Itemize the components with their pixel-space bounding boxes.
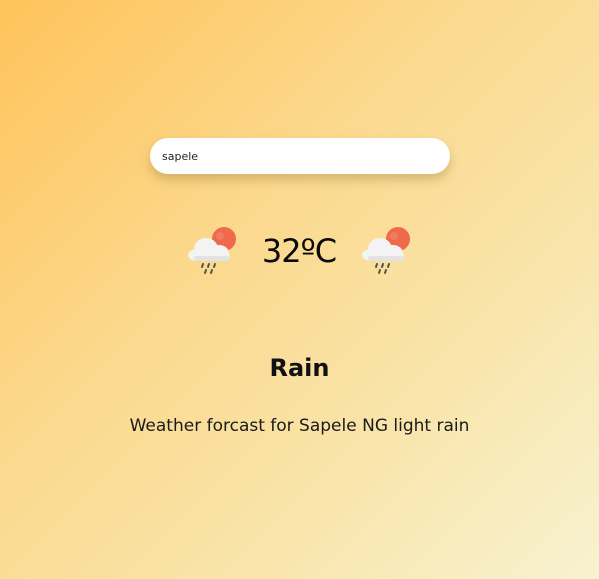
- weather-description: Weather forcast for Sapele NG light rain: [129, 416, 470, 436]
- temperature-value: 32ºC: [261, 232, 337, 270]
- rain-cloud-sun-icon: [188, 227, 236, 274]
- temperature-row: 32ºC: [0, 222, 599, 282]
- search-input[interactable]: [150, 138, 450, 174]
- rain-cloud-sun-icon: [362, 227, 410, 274]
- search-bar: [150, 138, 450, 174]
- weather-condition: Rain: [269, 354, 330, 382]
